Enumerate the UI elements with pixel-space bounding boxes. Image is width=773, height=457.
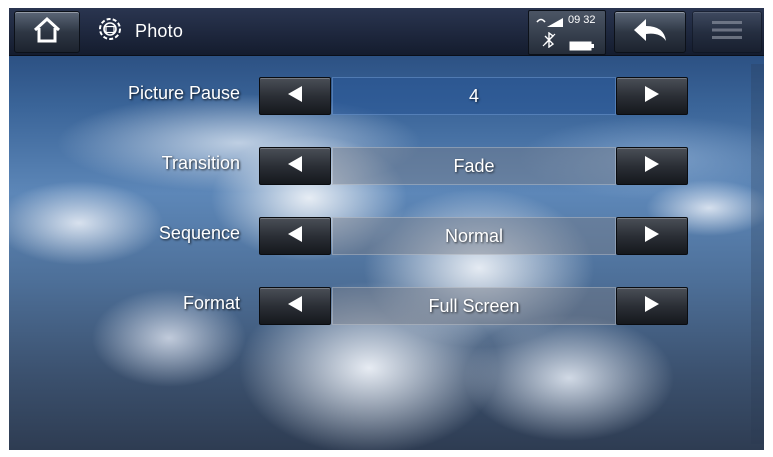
previous-value-button[interactable]: [259, 147, 331, 185]
triangle-right-icon: [644, 85, 660, 108]
next-value-button[interactable]: [616, 147, 688, 185]
top-bar: Photo 09 32: [9, 8, 764, 56]
triangle-left-icon: [287, 155, 303, 178]
setting-label: Format: [182, 293, 240, 313]
home-button[interactable]: [14, 11, 80, 53]
home-icon: [32, 16, 62, 49]
triangle-right-icon: [644, 155, 660, 178]
back-arrow-icon: [630, 15, 670, 50]
previous-value-button[interactable]: [259, 77, 331, 115]
triangle-right-icon: [644, 295, 660, 318]
menu-button[interactable]: [692, 11, 762, 53]
previous-value-button[interactable]: [259, 217, 331, 255]
battery-icon: [569, 38, 595, 56]
triangle-right-icon: [644, 225, 660, 248]
menu-icon: [710, 18, 744, 47]
next-value-button[interactable]: [616, 217, 688, 255]
next-value-button[interactable]: [616, 287, 688, 325]
triangle-left-icon: [287, 85, 303, 108]
screen: Photo 09 32 Picture Pause 4 Transition F…: [9, 8, 764, 450]
setting-label: Transition: [161, 153, 240, 173]
triangle-left-icon: [287, 295, 303, 318]
page-title: Photo: [135, 20, 184, 41]
back-button[interactable]: [614, 11, 686, 53]
wifi-signal-icon: [535, 15, 565, 33]
gear-photo-icon: [95, 14, 125, 49]
setting-label: Picture Pause: [127, 83, 240, 103]
setting-row-format: Format Full Screen: [9, 285, 764, 325]
setting-row-transition: Transition Fade: [9, 145, 764, 185]
setting-value: 4: [332, 77, 616, 115]
status-panel: 09 32: [528, 10, 606, 55]
title-area: Photo: [95, 14, 183, 48]
bluetooth-off-icon: [541, 31, 557, 53]
setting-row-sequence: Sequence Normal: [9, 215, 764, 255]
triangle-left-icon: [287, 225, 303, 248]
previous-value-button[interactable]: [259, 287, 331, 325]
next-value-button[interactable]: [616, 77, 688, 115]
setting-value: Fade: [332, 147, 616, 185]
setting-label: Sequence: [158, 223, 240, 243]
setting-row-picture-pause: Picture Pause 4: [9, 75, 764, 115]
clock: 09 32: [568, 14, 596, 26]
setting-value: Full Screen: [332, 287, 616, 325]
setting-value: Normal: [332, 217, 616, 255]
